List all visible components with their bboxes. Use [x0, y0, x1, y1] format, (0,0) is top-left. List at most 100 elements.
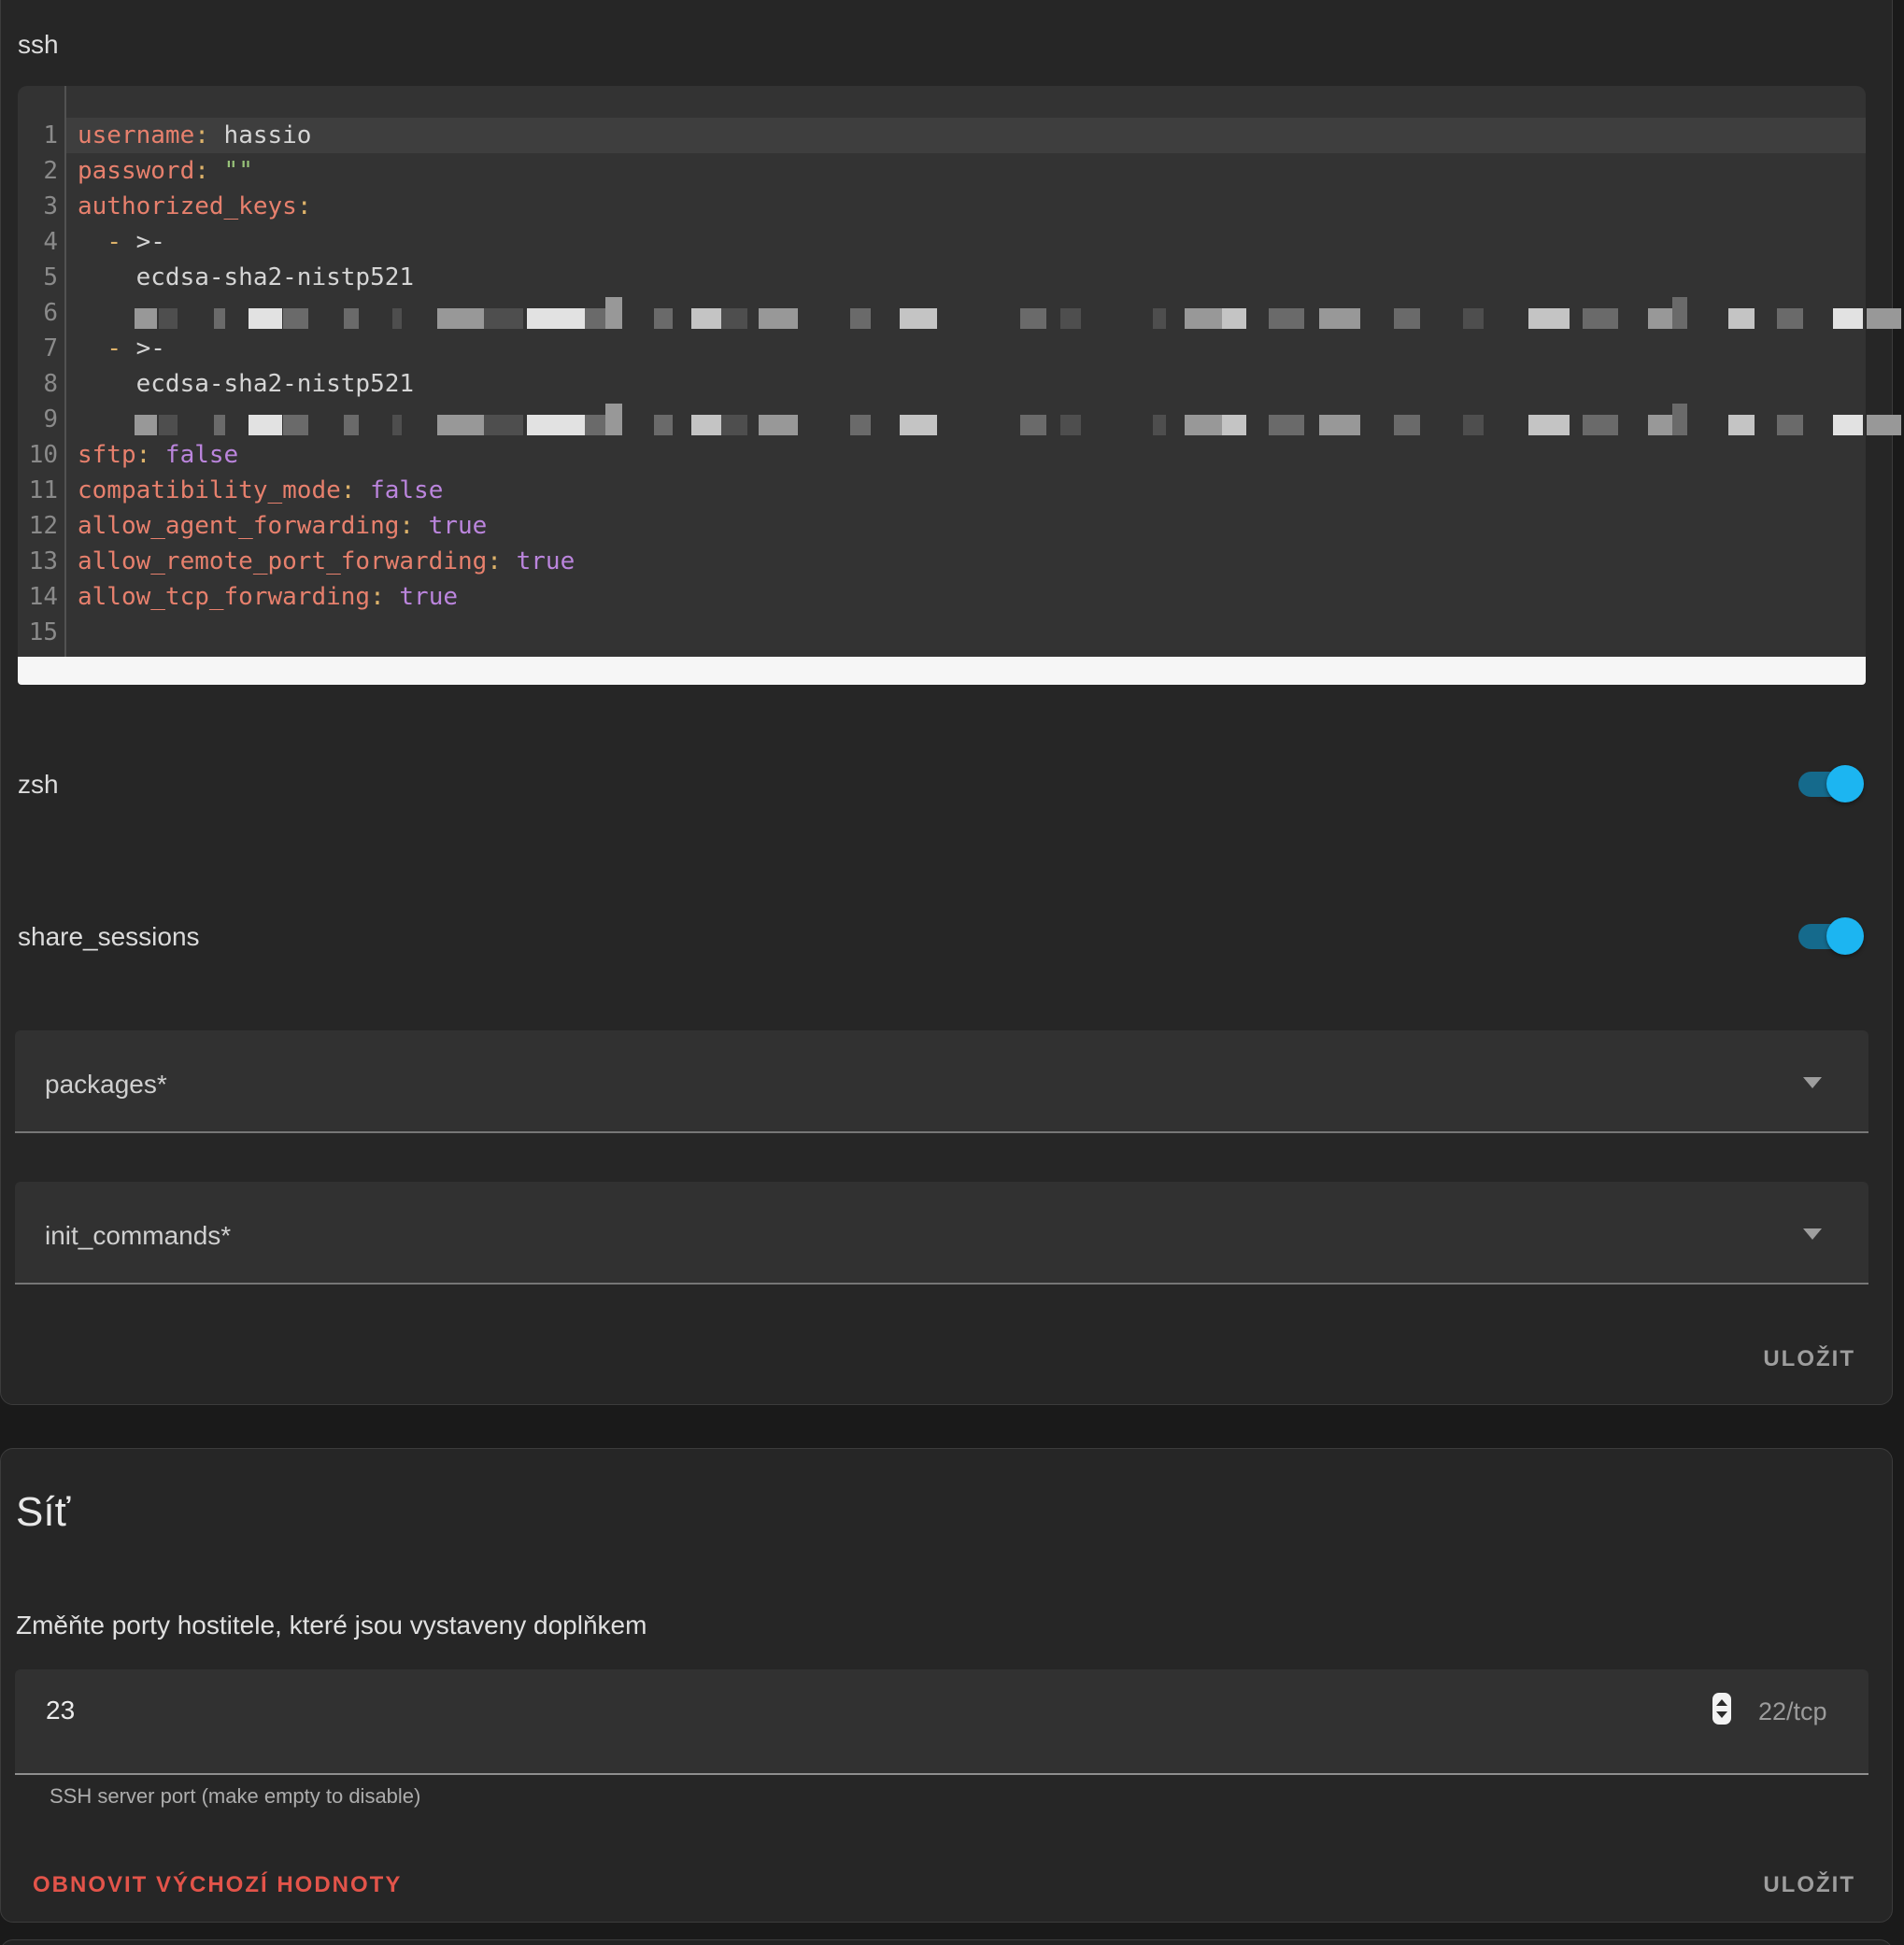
redacted-block [1867, 415, 1901, 435]
zsh-toggle[interactable] [1798, 763, 1869, 804]
editor-line-number: 5 [13, 260, 58, 295]
code-line: allow_remote_port_forwarding: true [78, 544, 575, 579]
redacted-block [1020, 308, 1046, 329]
redacted-block [900, 308, 937, 329]
redacted-block [1185, 308, 1222, 329]
redacted-block [1463, 415, 1484, 435]
redacted-block [605, 404, 622, 435]
redacted-block [392, 415, 402, 435]
redacted-block [1319, 415, 1360, 435]
ssh-port-input[interactable]: 23 22/tcp [15, 1669, 1868, 1775]
code-line: allow_tcp_forwarding: true [78, 579, 458, 615]
redacted-block [900, 415, 937, 435]
editor-line-number: 11 [13, 473, 58, 508]
redacted-block [850, 415, 871, 435]
redacted-block [1222, 415, 1246, 435]
redacted-block [1394, 308, 1420, 329]
save-network-button[interactable]: ULOŽIT [1763, 1872, 1855, 1898]
redacted-block [527, 308, 585, 329]
editor-line-number: 3 [13, 189, 58, 224]
code-line: ecdsa-sha2-nistp521 [78, 260, 414, 295]
redacted-block [249, 415, 282, 435]
redacted-block [1463, 308, 1484, 329]
redacted-block [585, 415, 605, 435]
zsh-toggle-label: zsh [18, 770, 59, 800]
share-sessions-toggle[interactable] [1798, 916, 1869, 957]
redacted-block [1583, 308, 1618, 329]
editor-line-number: 9 [13, 402, 58, 437]
redacted-block [1672, 297, 1687, 329]
redacted-block [691, 415, 721, 435]
redacted-block [1867, 308, 1901, 329]
redacted-block [484, 308, 523, 329]
editor-active-line [66, 118, 1866, 153]
redacted-block [283, 415, 308, 435]
code-line: - >- [78, 331, 165, 366]
editor-line-number: 13 [13, 544, 58, 579]
redacted-block [1394, 415, 1420, 435]
code-line: allow_agent_forwarding: true [78, 508, 487, 544]
redacted-block [1060, 415, 1081, 435]
share-sessions-toggle-label: share_sessions [18, 922, 200, 952]
stepper-down-icon [1716, 1711, 1727, 1718]
editor-line-number: 7 [13, 331, 58, 366]
redacted-block [392, 308, 402, 329]
editor-horizontal-scrollbar[interactable] [18, 657, 1866, 685]
reset-defaults-button[interactable]: OBNOVIT VÝCHOZÍ HODNOTY [33, 1872, 402, 1898]
redacted-block [1222, 308, 1246, 329]
code-line: sftp: false [78, 437, 238, 473]
redacted-block [1153, 308, 1166, 329]
redacted-block [1269, 415, 1304, 435]
editor-line-number: 6 [13, 295, 58, 331]
ssh-port-helper-text: SSH server port (make empty to disable) [50, 1784, 420, 1809]
redacted-block [1020, 415, 1046, 435]
editor-line-number: 10 [13, 437, 58, 473]
init-commands-dropdown[interactable]: init_commands* [15, 1182, 1868, 1285]
redacted-block [214, 415, 225, 435]
redacted-block [135, 415, 157, 435]
code-line: ecdsa-sha2-nistp521 [78, 366, 414, 402]
addon-config-page: ssh 1username: hassio2password: ""3autho… [0, 0, 1904, 1945]
redacted-block [721, 308, 747, 329]
code-line: compatibility_mode: false [78, 473, 443, 508]
editor-line-number: 8 [13, 366, 58, 402]
stepper-up-icon [1716, 1699, 1727, 1706]
redacted-block [691, 308, 721, 329]
redacted-block [605, 297, 622, 329]
redacted-block [437, 308, 484, 329]
redacted-block [585, 308, 605, 329]
ssh-port-value: 23 [46, 1696, 75, 1725]
chevron-down-icon [1803, 1077, 1822, 1088]
toggle-thumb [1826, 917, 1864, 955]
redacted-block [1672, 404, 1687, 435]
redacted-block [1269, 308, 1304, 329]
packages-dropdown[interactable]: packages* [15, 1030, 1868, 1133]
redacted-block [344, 415, 359, 435]
save-options-button[interactable]: ULOŽIT [1763, 1346, 1855, 1372]
toggle-thumb [1826, 765, 1864, 802]
redacted-block [1153, 415, 1166, 435]
code-line: - >- [78, 224, 165, 260]
editor-line-number: 14 [13, 579, 58, 615]
editor-line-number: 2 [13, 153, 58, 189]
redacted-block [1777, 308, 1803, 329]
number-stepper-icon[interactable] [1712, 1693, 1731, 1725]
editor-line-number: 1 [13, 118, 58, 153]
redacted-block [1777, 415, 1803, 435]
redacted-block [214, 308, 225, 329]
redacted-block [344, 308, 359, 329]
redacted-block [1728, 308, 1755, 329]
redacted-block [654, 308, 673, 329]
redacted-block [850, 308, 871, 329]
redacted-block [527, 415, 585, 435]
redacted-block [135, 308, 157, 329]
init-commands-dropdown-label: init_commands* [45, 1221, 231, 1251]
redacted-block [759, 415, 798, 435]
redacted-block [1060, 308, 1081, 329]
code-line: authorized_keys: [78, 189, 311, 224]
editor-line-number: 4 [13, 224, 58, 260]
redacted-block [1528, 415, 1570, 435]
redacted-block [1319, 308, 1360, 329]
network-section-title: Síť [16, 1489, 70, 1536]
packages-dropdown-label: packages* [45, 1070, 167, 1100]
